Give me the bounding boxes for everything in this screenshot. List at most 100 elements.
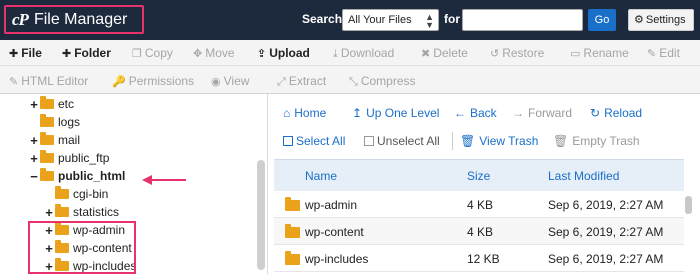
edit-icon: ✎ <box>647 48 657 60</box>
primary-toolbar: ✚ File ✚ Folder ❐ Copy ✥ Move ⇪ Upload ⤓ Downl… <box>0 40 700 66</box>
upload-label: Upload <box>269 46 310 60</box>
html-editor-button[interactable]: ✎ HTML Editor <box>9 74 88 88</box>
plus-icon: ✚ <box>9 48 19 60</box>
upload-button[interactable]: ⇪ Upload <box>257 46 310 60</box>
download-label: Download <box>340 46 395 60</box>
new-file-label: File <box>21 46 42 60</box>
secondary-toolbar: ✎ HTML Editor 🔑 Permissions ◉ View ⤢ Extract… <box>0 66 700 94</box>
folder-open-icon <box>40 168 54 181</box>
move-label: Move <box>205 46 235 60</box>
tree-item-etc[interactable]: + etc <box>29 95 74 113</box>
file-size: 12 KB <box>467 252 500 266</box>
tree-item-mail[interactable]: + mail <box>29 131 80 149</box>
folder-icon <box>55 186 69 199</box>
folder-icon <box>40 132 54 145</box>
unselect-all-label: Unselect All <box>377 134 440 148</box>
pointer-arrow-icon <box>142 175 186 185</box>
cpanel-logo: cP <box>12 9 29 29</box>
restore-label: Restore <box>502 46 545 60</box>
table-row[interactable]: wp-admin 4 KB Sep 6, 2019, 2:27 AM <box>274 191 684 218</box>
up-one-level-button[interactable]: ↥ Up One Level <box>352 106 439 120</box>
file-modified: Sep 6, 2019, 2:27 AM <box>548 252 664 266</box>
app-title: File Manager <box>33 10 128 28</box>
folder-icon <box>40 96 54 109</box>
trash-icon: 🗑 <box>553 134 569 148</box>
expand-icon[interactable]: + <box>29 97 39 112</box>
extract-icon: ⤢ <box>277 76 286 88</box>
tree-item-label: cgi-bin <box>73 187 109 201</box>
table-row[interactable]: wp-includes 12 KB Sep 6, 2019, 2:27 AM <box>274 245 684 272</box>
tree-item-public-html[interactable]: − public_html <box>29 167 125 185</box>
forward-arrow-icon: → <box>512 106 524 120</box>
settings-button[interactable]: ⚙ Settings <box>628 9 694 31</box>
delete-button[interactable]: ✖ Delete <box>421 46 468 60</box>
edit-button[interactable]: ✎ Edit <box>647 46 680 60</box>
extract-button[interactable]: ⤢ Extract <box>277 74 326 89</box>
column-name[interactable]: Name <box>305 169 337 183</box>
search-scope-value: All Your Files <box>348 14 412 26</box>
search-input[interactable] <box>462 9 583 31</box>
new-file-button[interactable]: ✚ File <box>9 46 42 60</box>
empty-trash-button[interactable]: 🗑 Empty Trash <box>553 134 640 148</box>
rename-button[interactable]: ▭ Rename <box>570 46 629 60</box>
column-last-modified[interactable]: Last Modified <box>548 169 619 183</box>
select-all-button[interactable]: Select All <box>283 134 345 148</box>
tree-scrollbar[interactable] <box>257 160 265 270</box>
checkbox-icon <box>364 136 374 146</box>
trash-icon: 🗑 <box>460 134 476 148</box>
reload-icon: ↻ <box>590 106 601 120</box>
for-label: for <box>444 12 460 26</box>
file-modified: Sep 6, 2019, 2:27 AM <box>548 198 664 212</box>
tree-item-statistics[interactable]: + statistics <box>44 203 119 221</box>
view-trash-button[interactable]: 🗑 View Trash <box>460 134 538 148</box>
collapse-icon[interactable]: − <box>29 169 39 184</box>
permissions-button[interactable]: 🔑 Permissions <box>112 74 194 88</box>
file-name: wp-includes <box>305 252 369 266</box>
go-button[interactable]: Go <box>588 9 616 31</box>
forward-label: Forward <box>528 106 573 120</box>
download-button[interactable]: ⤓ Download <box>333 46 394 61</box>
rename-label: Rename <box>583 46 629 60</box>
compress-button[interactable]: ⤡ Compress <box>349 74 416 89</box>
gear-icon: ⚙ <box>634 14 644 26</box>
file-size: 4 KB <box>467 198 494 212</box>
back-button[interactable]: ← Back <box>454 106 497 120</box>
delete-icon: ✖ <box>421 48 431 60</box>
tree-item-cgi-bin[interactable]: cgi-bin <box>44 185 108 203</box>
reload-button[interactable]: ↻ Reload <box>590 106 642 120</box>
move-icon: ✥ <box>193 48 203 60</box>
download-icon: ⤓ <box>333 48 338 60</box>
expand-icon[interactable]: + <box>44 205 54 220</box>
expand-icon[interactable]: + <box>29 151 39 166</box>
table-row[interactable]: wp-content 4 KB Sep 6, 2019, 2:27 AM <box>274 218 684 245</box>
compress-icon: ⤡ <box>349 76 358 88</box>
up-one-level-label: Up One Level <box>366 106 440 120</box>
tree-item-public-ftp[interactable]: + public_ftp <box>29 149 109 167</box>
view-button[interactable]: ◉ View <box>211 74 249 88</box>
new-folder-label: Folder <box>74 46 111 60</box>
brand-box[interactable]: cP File Manager <box>4 5 144 34</box>
column-size[interactable]: Size <box>467 169 490 183</box>
extract-label: Extract <box>288 74 327 88</box>
expand-icon[interactable]: + <box>29 133 39 148</box>
list-scrollbar[interactable] <box>685 196 692 214</box>
highlight-box <box>28 221 136 274</box>
tree-item-logs[interactable]: logs <box>29 113 80 131</box>
copy-icon: ❐ <box>132 48 142 60</box>
view-label: View <box>223 74 250 88</box>
rename-icon: ▭ <box>570 48 581 60</box>
file-size: 4 KB <box>467 225 494 239</box>
home-icon: ⌂ <box>283 106 291 120</box>
new-folder-button[interactable]: ✚ Folder <box>62 46 111 60</box>
restore-button[interactable]: ↺ Restore <box>490 46 544 60</box>
plus-icon: ✚ <box>62 48 72 60</box>
forward-button[interactable]: → Forward <box>512 106 572 120</box>
move-button[interactable]: ✥ Move <box>193 46 235 60</box>
search-scope-select[interactable]: All Your Files ▲ ▼ <box>342 9 439 31</box>
home-button[interactable]: ⌂ Home <box>283 106 326 120</box>
unselect-all-button[interactable]: Unselect All <box>364 134 440 148</box>
top-header: cP File Manager Search All Your Files ▲ ▼… <box>0 0 700 40</box>
folder-icon <box>55 204 69 217</box>
folder-icon <box>40 114 54 127</box>
copy-button[interactable]: ❐ Copy <box>132 46 173 60</box>
